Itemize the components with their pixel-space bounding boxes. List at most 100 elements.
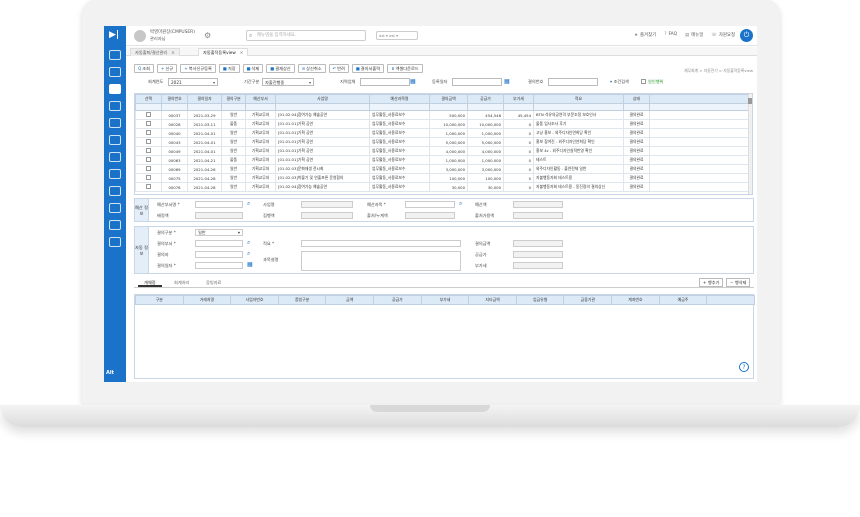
search-icon[interactable]: ⌕ — [247, 200, 250, 208]
table-row[interactable]: 00069 2021-04-26 일반 기획교무처 [01.02.03]문화재생 전시회… — [135, 164, 751, 174]
table-row[interactable]: 00075 2021-04-28 일반 기획교무처 [01.02.03]박물기 및 연출… — [135, 173, 751, 183]
detail-header[interactable]: 사업자번호 — [230, 295, 279, 305]
support-link[interactable]: ☏ 자원요청 — [711, 32, 735, 38]
table-row[interactable]: 00076 2021-04-28 일반 기획교무처 [01.02.04]참여가능 예술공… — [135, 182, 751, 192]
grid-filter-cell[interactable] — [275, 103, 370, 111]
budget-item-input[interactable] — [405, 201, 455, 208]
grid-filter-cell[interactable] — [369, 103, 430, 111]
tab-detail[interactable]: 개체정 — [138, 279, 162, 287]
org-icon[interactable] — [109, 135, 121, 145]
grid-filter-cell[interactable] — [429, 103, 468, 111]
detail-header[interactable]: 지타금액 — [468, 295, 517, 305]
grid-filter-cell[interactable] — [623, 103, 650, 111]
row-checkbox[interactable] — [146, 130, 151, 135]
row-checkbox[interactable] — [146, 148, 151, 153]
detail-header[interactable]: 금융기관 — [563, 295, 613, 305]
detail-header[interactable]: 금액 — [325, 295, 375, 305]
grid-filter-cell[interactable] — [245, 103, 276, 111]
toolbar-button-6[interactable]: ⊘상신취소 — [297, 64, 326, 73]
table-row[interactable]: 00028 2021-03-11 물품 기획교무처 [01.01.01]기획 공연 업무활… — [135, 119, 751, 129]
delete-row-button[interactable]: − 행삭제 — [726, 278, 751, 287]
grid-header[interactable]: 사업명 — [275, 94, 370, 104]
grid-filter-cell[interactable] — [533, 103, 624, 111]
language-select[interactable]: ast ▾ ast ▾ — [376, 31, 418, 40]
tab-accounting[interactable]: 회계처리 — [168, 279, 195, 287]
condition-checkbox[interactable] — [641, 79, 646, 84]
table-row[interactable]: 00037 2021-03-29 일반 기획교무처 [01.02.04]참여가능 예술공… — [135, 110, 751, 120]
grid-header[interactable]: 공급가 — [467, 94, 504, 104]
home-icon[interactable] — [109, 50, 121, 60]
app-logo-icon[interactable]: ▶| — [109, 30, 121, 40]
scrollbar-thumb[interactable] — [748, 98, 752, 104]
users-icon[interactable] — [109, 118, 121, 128]
detail-header[interactable]: 구분 — [135, 295, 184, 305]
grid-header[interactable]: 결의구분 — [221, 94, 246, 104]
grid-filter-cell[interactable] — [187, 103, 222, 111]
row-checkbox[interactable] — [146, 184, 151, 189]
resolver-input[interactable] — [195, 251, 243, 258]
manual-link[interactable]: ▤ 매뉴얼 — [685, 32, 703, 38]
grid-filter-cell[interactable] — [161, 103, 188, 111]
resolution-date-input[interactable] — [195, 262, 243, 269]
detail-header[interactable]: 증빙구분 — [277, 295, 327, 305]
report-icon[interactable] — [109, 203, 121, 213]
toolbar-button-8[interactable]: ■결의서출력 — [351, 64, 385, 73]
chart-user-icon[interactable] — [109, 101, 121, 111]
toolbar-button-7[interactable]: ↶반려 — [328, 64, 349, 73]
help-icon[interactable]: ? — [739, 362, 749, 372]
grid-header[interactable]: 부가세 — [503, 94, 534, 104]
grid-filter-cell[interactable] — [467, 103, 504, 111]
resolution-dept-input[interactable] — [195, 240, 243, 247]
search-icon[interactable]: ⌕ — [247, 250, 250, 258]
grid-header[interactable]: 예산부서 — [245, 94, 276, 104]
search-icon[interactable]: ⌕ — [459, 200, 462, 208]
gear-icon[interactable]: ⚙ — [204, 31, 211, 40]
calendar-icon[interactable]: ▦ — [410, 78, 416, 85]
budget-dept-input[interactable] — [195, 201, 243, 208]
table-row[interactable]: 00043 2021-04-01 일반 기획교무처 [01.01.01]기획 공연 업무활… — [135, 137, 751, 147]
list-icon[interactable] — [109, 220, 121, 230]
row-checkbox[interactable] — [146, 121, 151, 126]
regdate-input[interactable] — [452, 78, 502, 86]
grid-header[interactable]: 결의일자 — [187, 94, 222, 104]
tab-auto-register[interactable]: 자동출작등록view ✕ — [198, 48, 249, 56]
menu-search-input[interactable]: ⌕ 메뉴명을 입력하세요. — [246, 30, 366, 41]
detail-header[interactable]: 계좌번호 — [611, 295, 660, 305]
grid-header[interactable]: 예산과목명 — [369, 94, 430, 104]
grid-header[interactable]: 선택 — [135, 94, 162, 104]
row-checkbox[interactable] — [146, 157, 151, 162]
company-input[interactable] — [360, 78, 410, 86]
close-icon[interactable]: ✕ — [240, 50, 244, 55]
row-checkbox[interactable] — [146, 112, 151, 117]
tab-closing[interactable]: 자동출퇴/결산관리 ✕ — [130, 48, 180, 56]
faq-link[interactable]: ? FAQ — [664, 32, 677, 38]
grid-filter-cell[interactable] — [221, 103, 246, 111]
calendar-icon[interactable]: ▦ — [504, 78, 510, 85]
toolbar-button-5[interactable]: ■결재상신 — [266, 64, 295, 73]
search-icon[interactable]: ⌕ — [247, 239, 250, 247]
condition-label[interactable]: ▾ 조건검색 — [610, 79, 629, 85]
toolbar-button-3[interactable]: ■저장 — [218, 64, 240, 73]
grid-header[interactable]: 적요 — [533, 94, 624, 104]
appnum-input[interactable] — [548, 78, 598, 86]
tab-evidence[interactable]: 증빙자료 — [200, 279, 227, 287]
box-icon[interactable] — [109, 152, 121, 162]
person-card-icon[interactable] — [109, 67, 121, 77]
project-input[interactable] — [301, 201, 353, 208]
close-icon[interactable]: ✕ — [171, 50, 175, 55]
avatar[interactable] — [134, 30, 146, 42]
detail-header[interactable]: 공급가 — [373, 295, 422, 305]
grid-filter-cell[interactable] — [135, 103, 162, 111]
detail-header[interactable]: 업금유형 — [515, 295, 565, 305]
period-select[interactable]: 자출진행중 ▾ — [262, 78, 314, 86]
calendar-icon[interactable]: ▦ — [247, 261, 253, 268]
summary-input[interactable] — [301, 240, 461, 247]
item-desc-textarea[interactable] — [301, 251, 461, 271]
toolbar-button-9[interactable]: ⬇엑셀다운로드 — [387, 64, 423, 73]
display-icon[interactable] — [109, 237, 121, 247]
row-checkbox[interactable] — [146, 139, 151, 144]
calendar-icon[interactable] — [109, 186, 121, 196]
row-checkbox[interactable] — [146, 166, 151, 171]
favorites-link[interactable]: ★ 즐겨찾기 — [634, 32, 656, 38]
toolbar-button-2[interactable]: +복사신규등록 — [180, 64, 216, 73]
